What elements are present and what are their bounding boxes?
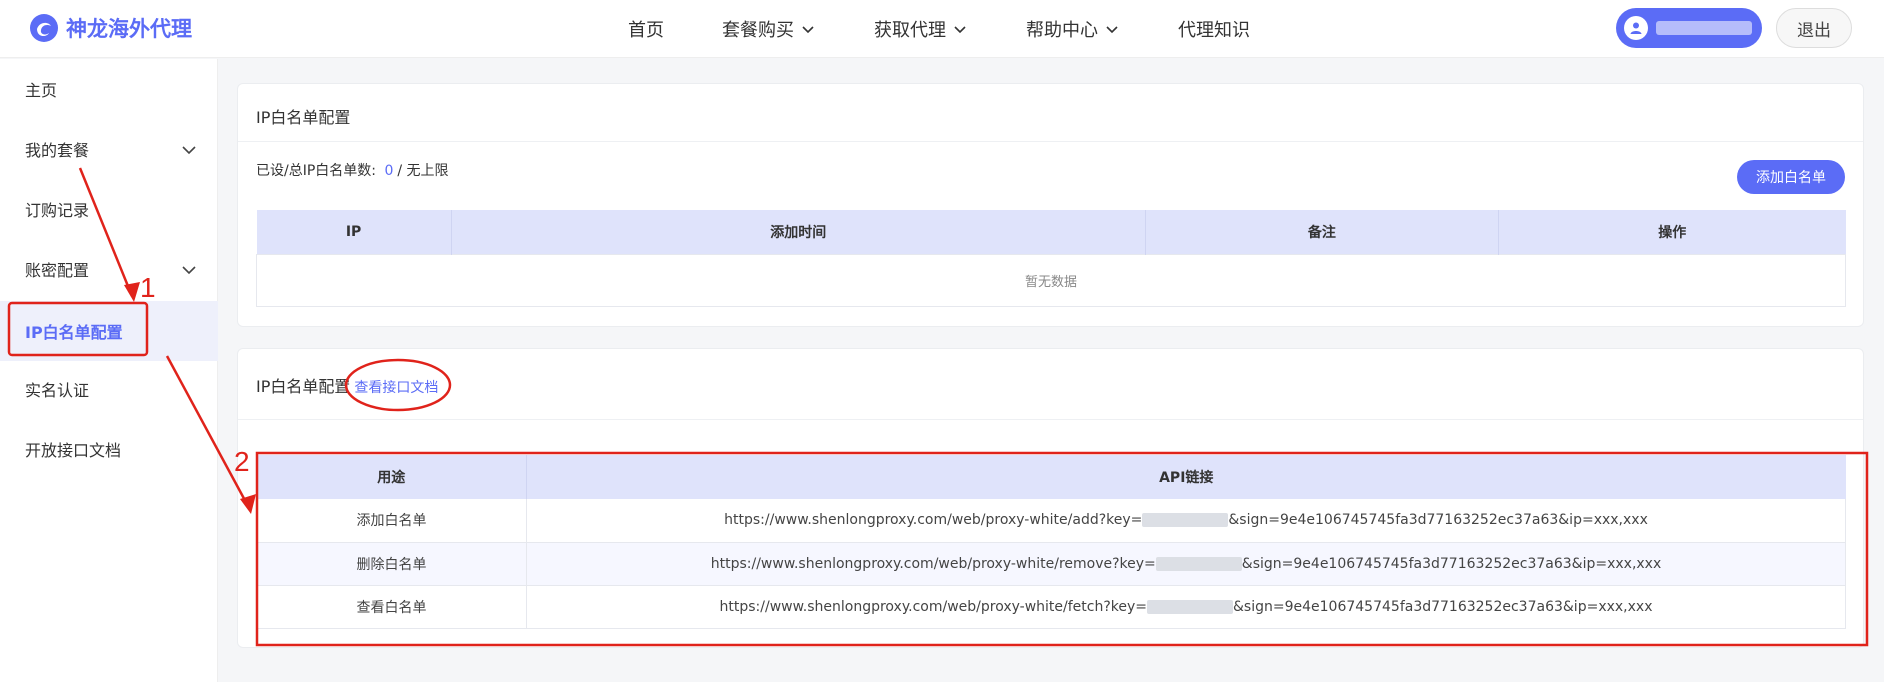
purpose-cell: 添加白名单 [256,499,527,543]
url-suffix: &sign=9e4e106745745fa3d77163252ec37a63&i… [1241,555,1662,572]
sidebar-item-verification[interactable]: 实名认证 [0,361,218,417]
top-header: 神龙海外代理 首页 套餐购买 获取代理 帮助中心 代理知识 退出 [0,0,1884,58]
count-suffix: / 无上限 [397,163,449,179]
chevron-down-icon [954,26,966,34]
sidebar-item-label: 账密配置 [25,261,90,280]
nav-label: 首页 [628,20,664,41]
whitelist-table: IP 添加时间 备注 操作 暂无数据 [256,210,1846,307]
annotation-step-2: 2 [234,446,250,477]
whitelist-card: IP白名单配置 已设/总IP白名单数: 0/ 无上限 添加白名单 IP 添加时间… [237,83,1864,327]
api-card-title: IP白名单配置 [256,377,351,396]
nav-help[interactable]: 帮助中心 [1026,16,1120,42]
sidebar-item-my-packages[interactable]: 我的套餐 [0,121,218,177]
url-cell[interactable]: https://www.shenlongproxy.com/web/proxy-… [526,542,1846,586]
sidebar-item-ip-whitelist[interactable]: IP白名单配置 [0,301,218,361]
divider [238,141,1863,142]
card-title: IP白名单配置 [256,108,351,127]
url-prefix: https://www.shenlongproxy.com/web/proxy-… [710,555,1156,572]
sidebar-item-label: 主页 [25,81,58,100]
brand-logo[interactable]: 神龙海外代理 [28,12,192,44]
table-row: 删除白名单 https://www.shenlongproxy.com/web/… [256,542,1846,586]
url-suffix: &sign=9e4e106745745fa3d77163252ec37a63&i… [1233,598,1653,615]
column-header: 备注 [1145,210,1499,254]
logo-icon [30,14,58,42]
table-row: 添加白名单 https://www.shenlongproxy.com/web/… [256,499,1846,543]
user-name-redacted [1656,21,1752,35]
annotation-step-1: 1 [140,272,156,303]
count-value: 0 [384,163,394,179]
sidebar-item-label: IP白名单配置 [25,323,123,342]
sidebar-item-label: 实名认证 [25,381,90,400]
url-cell[interactable]: https://www.shenlongproxy.com/web/proxy-… [526,499,1846,543]
nav-label: 获取代理 [874,20,946,41]
column-header: API链接 [526,455,1846,499]
column-header: 用途 [256,455,527,499]
user-avatar-icon [1624,16,1648,40]
nav-label: 帮助中心 [1026,20,1098,41]
add-whitelist-button[interactable]: 添加白名单 [1737,160,1845,194]
nav-label: 代理知识 [1178,20,1250,41]
url-prefix: https://www.shenlongproxy.com/web/proxy-… [719,598,1148,615]
logout-button[interactable]: 退出 [1776,8,1852,48]
sidebar-item-label: 订购记录 [25,201,90,220]
chevron-down-icon [182,266,196,275]
url-cell[interactable]: https://www.shenlongproxy.com/web/proxy-… [526,585,1846,629]
nav-get-proxy[interactable]: 获取代理 [874,16,968,42]
sidebar-item-api-docs[interactable]: 开放接口文档 [0,421,218,477]
url-prefix: https://www.shenlongproxy.com/web/proxy-… [724,512,1143,529]
redacted-key [1142,513,1229,528]
column-header: 添加时间 [451,210,1146,254]
card-title: IP白名单配置 查看接口文档 [256,373,438,397]
sidebar-item-account-config[interactable]: 账密配置 [0,241,218,297]
view-api-doc-link[interactable]: 查看接口文档 [354,380,438,396]
purpose-cell: 查看白名单 [256,585,527,629]
whitelist-count: 已设/总IP白名单数: 0/ 无上限 [256,160,449,180]
chevron-down-icon [1106,26,1118,34]
redacted-key [1147,599,1234,614]
brand-name: 神龙海外代理 [66,17,192,41]
sidebar-item-label: 我的套餐 [25,141,90,160]
column-header: IP [256,210,452,254]
main-nav: 首页 套餐购买 获取代理 帮助中心 代理知识 [628,0,1308,58]
sidebar: 主页 我的套餐 订购记录 账密配置 IP白名单配置 实名认证 开放接口文档 [0,59,218,682]
divider [238,419,1863,420]
count-label: 已设/总IP白名单数: [256,163,377,179]
chevron-down-icon [182,146,196,155]
sidebar-item-orders[interactable]: 订购记录 [0,181,218,237]
nav-knowledge[interactable]: 代理知识 [1178,16,1250,42]
url-suffix: &sign=9e4e106745745fa3d77163252ec37a63&i… [1228,512,1648,529]
purpose-cell: 删除白名单 [256,542,527,586]
user-menu[interactable] [1616,8,1762,48]
chevron-down-icon [802,26,814,34]
nav-label: 套餐购买 [722,20,794,41]
nav-home[interactable]: 首页 [628,16,664,42]
redacted-key [1155,556,1242,571]
nav-packages[interactable]: 套餐购买 [722,16,816,42]
table-row: 查看白名单 https://www.shenlongproxy.com/web/… [256,585,1846,629]
empty-state: 暂无数据 [256,253,1846,307]
sidebar-item-label: 开放接口文档 [25,441,122,460]
api-table: 用途 API链接 添加白名单 https://www.shenlongproxy… [256,455,1846,629]
column-header: 操作 [1498,210,1846,254]
sidebar-item-home[interactable]: 主页 [0,61,218,117]
api-card: IP白名单配置 查看接口文档 用途 API链接 添加白名单 https://www… [237,348,1864,648]
